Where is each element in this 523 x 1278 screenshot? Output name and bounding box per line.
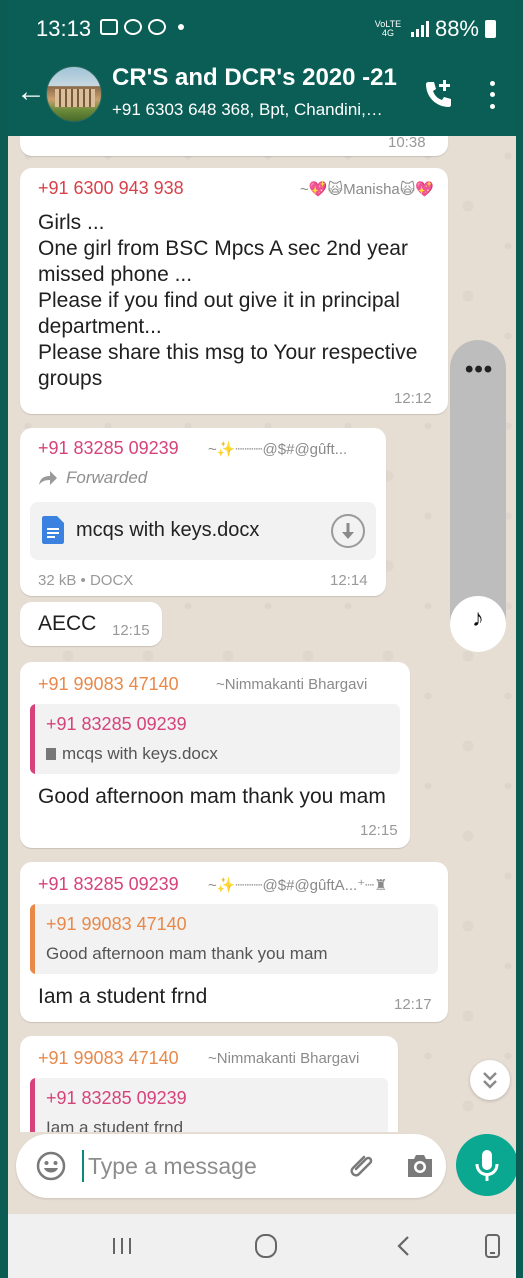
double-chevron-down-icon <box>483 1072 497 1089</box>
microphone-icon <box>475 1150 499 1181</box>
message-time: 12:12 <box>394 390 432 407</box>
camera-icon[interactable] <box>404 1150 436 1182</box>
quote-accent-bar <box>30 1078 35 1132</box>
paperclip-icon[interactable] <box>346 1149 380 1183</box>
message-bubble[interactable]: +91 83285 09239 ~✨┈┈┈@$#@gûft... Forward… <box>20 428 386 596</box>
message-text: Good afternoon mam thank you mam <box>38 785 386 808</box>
message-time: 10:38 <box>388 136 426 151</box>
quoted-sender: +91 83285 09239 <box>46 714 187 734</box>
signal-icon <box>410 21 429 37</box>
document-meta: 32 kB • DOCX <box>38 572 134 589</box>
text-cursor <box>82 1150 84 1182</box>
message-list[interactable]: 10:38 +91 6300 943 938 ~💖🙀Manisha🙀💖 Girl… <box>8 136 516 1132</box>
composer <box>8 1132 516 1214</box>
group-avatar[interactable] <box>46 66 102 122</box>
gallery-notification-icon <box>100 19 118 35</box>
sender-alias: ~Nimmakanti Bhargavi <box>208 1050 360 1067</box>
group-members[interactable]: +91 6303 648 368, Bpt, Chandini, Eloit..… <box>112 100 386 120</box>
quoted-message[interactable]: +91 83285 09239 mcqs with keys.docx <box>30 704 400 774</box>
quoted-message[interactable]: +91 99083 47140 Good afternoon mam thank… <box>30 904 438 974</box>
document-attachment[interactable]: mcqs with keys.docx <box>30 502 376 560</box>
quoted-sender: +91 83285 09239 <box>46 1088 187 1108</box>
sender-alias: ~Nimmakanti Bhargavi <box>216 676 368 693</box>
quoted-text: mcqs with keys.docx <box>62 744 218 763</box>
status-bar: 13:13 VoLTE 4G 88% <box>8 0 516 56</box>
notification-icons <box>100 19 184 35</box>
system-navigation-bar <box>8 1214 516 1278</box>
quote-accent-bar <box>30 904 35 974</box>
message-bubble[interactable]: +91 6300 943 938 ~💖🙀Manisha🙀💖 Girls ... … <box>20 168 448 414</box>
message-text: Iam a student frnd <box>38 985 208 1008</box>
message-sender[interactable]: +91 6300 943 938 <box>38 178 184 199</box>
overflow-menu-icon[interactable] <box>484 78 500 112</box>
message-sender[interactable]: +91 99083 47140 <box>38 674 179 695</box>
more-notifications-dot-icon <box>178 24 184 30</box>
message-bubble[interactable]: +91 99083 47140 ~Nimmakanti Bhargavi +91… <box>20 1036 398 1132</box>
message-bubble[interactable]: +91 99083 47140 ~Nimmakanti Bhargavi +91… <box>20 662 410 848</box>
download-icon[interactable] <box>330 513 366 549</box>
forwarded-icon <box>39 471 57 485</box>
message-input-container[interactable] <box>16 1134 446 1198</box>
message-time: 12:15 <box>360 822 398 839</box>
message-bubble[interactable]: 10:38 <box>20 136 448 156</box>
message-time: 12:15 <box>112 622 150 639</box>
message-bubble[interactable]: AECC 12:15 <box>20 602 162 646</box>
document-name: mcqs with keys.docx <box>76 519 260 541</box>
message-time: 12:14 <box>330 572 368 589</box>
battery-icon <box>485 20 496 38</box>
network-type-label: VoLTE 4G <box>374 19 402 38</box>
status-time: 13:13 <box>36 16 92 41</box>
forwarded-label: Forwarded <box>66 468 148 487</box>
message-bubble[interactable]: +91 83285 09239 ~✨┈┈┈@$#@gûftA...⁺┈♜ +91… <box>20 862 448 1022</box>
document-icon <box>42 516 64 544</box>
quote-accent-bar <box>30 704 35 774</box>
add-call-icon[interactable] <box>421 78 453 110</box>
sender-alias: ~✨┈┈┈@$#@gûftA...⁺┈♜ <box>208 877 388 894</box>
message-time: 12:17 <box>394 996 432 1013</box>
quoted-text: Iam a student frnd <box>46 1118 184 1132</box>
emoji-icon[interactable] <box>36 1151 66 1181</box>
group-title[interactable]: CR'S and DCR's 2020 -21 <box>112 64 397 92</box>
keyboard-switch-icon[interactable] <box>472 1228 512 1264</box>
chrome-notification-icon <box>148 19 166 35</box>
scroll-to-bottom-button[interactable] <box>470 1060 510 1100</box>
phone-screen: 13:13 VoLTE 4G 88% ← CR'S and DCR's 2020… <box>8 0 516 1278</box>
quoted-sender: +91 99083 47140 <box>46 914 187 934</box>
battery-percent: 88% <box>434 16 479 41</box>
whatsapp-notification-icon <box>124 19 142 35</box>
message-text: Girls ... One girl from BSC Mpcs A sec 2… <box>38 211 418 390</box>
more-options-icon[interactable]: ••• <box>465 358 493 382</box>
sender-alias: ~✨┈┈┈@$#@gûft... <box>208 441 348 458</box>
back-icon[interactable] <box>384 1228 424 1264</box>
recent-apps-icon[interactable] <box>102 1228 142 1264</box>
arrow-left-icon[interactable]: ← <box>16 76 46 108</box>
voice-record-button[interactable] <box>456 1134 516 1196</box>
message-sender[interactable]: +91 83285 09239 <box>38 874 179 895</box>
message-sender[interactable]: +91 99083 47140 <box>38 1048 179 1069</box>
status-right: VoLTE 4G 88% <box>371 16 496 42</box>
floating-scroll-handle[interactable]: ••• ♪ <box>450 340 506 652</box>
quoted-message[interactable]: +91 83285 09239 Iam a student frnd <box>30 1078 388 1132</box>
home-icon[interactable] <box>246 1228 286 1264</box>
message-input[interactable] <box>88 1148 328 1184</box>
chat-header: ← CR'S and DCR's 2020 -21 +91 6303 648 3… <box>8 56 516 136</box>
music-note-icon[interactable]: ♪ <box>450 596 506 652</box>
quoted-document-icon <box>46 748 56 760</box>
message-sender[interactable]: +91 83285 09239 <box>38 438 179 459</box>
quoted-text: Good afternoon mam thank you mam <box>46 944 328 963</box>
sender-alias: ~💖🙀Manisha🙀💖 <box>300 181 435 198</box>
message-text: AECC <box>38 612 97 635</box>
